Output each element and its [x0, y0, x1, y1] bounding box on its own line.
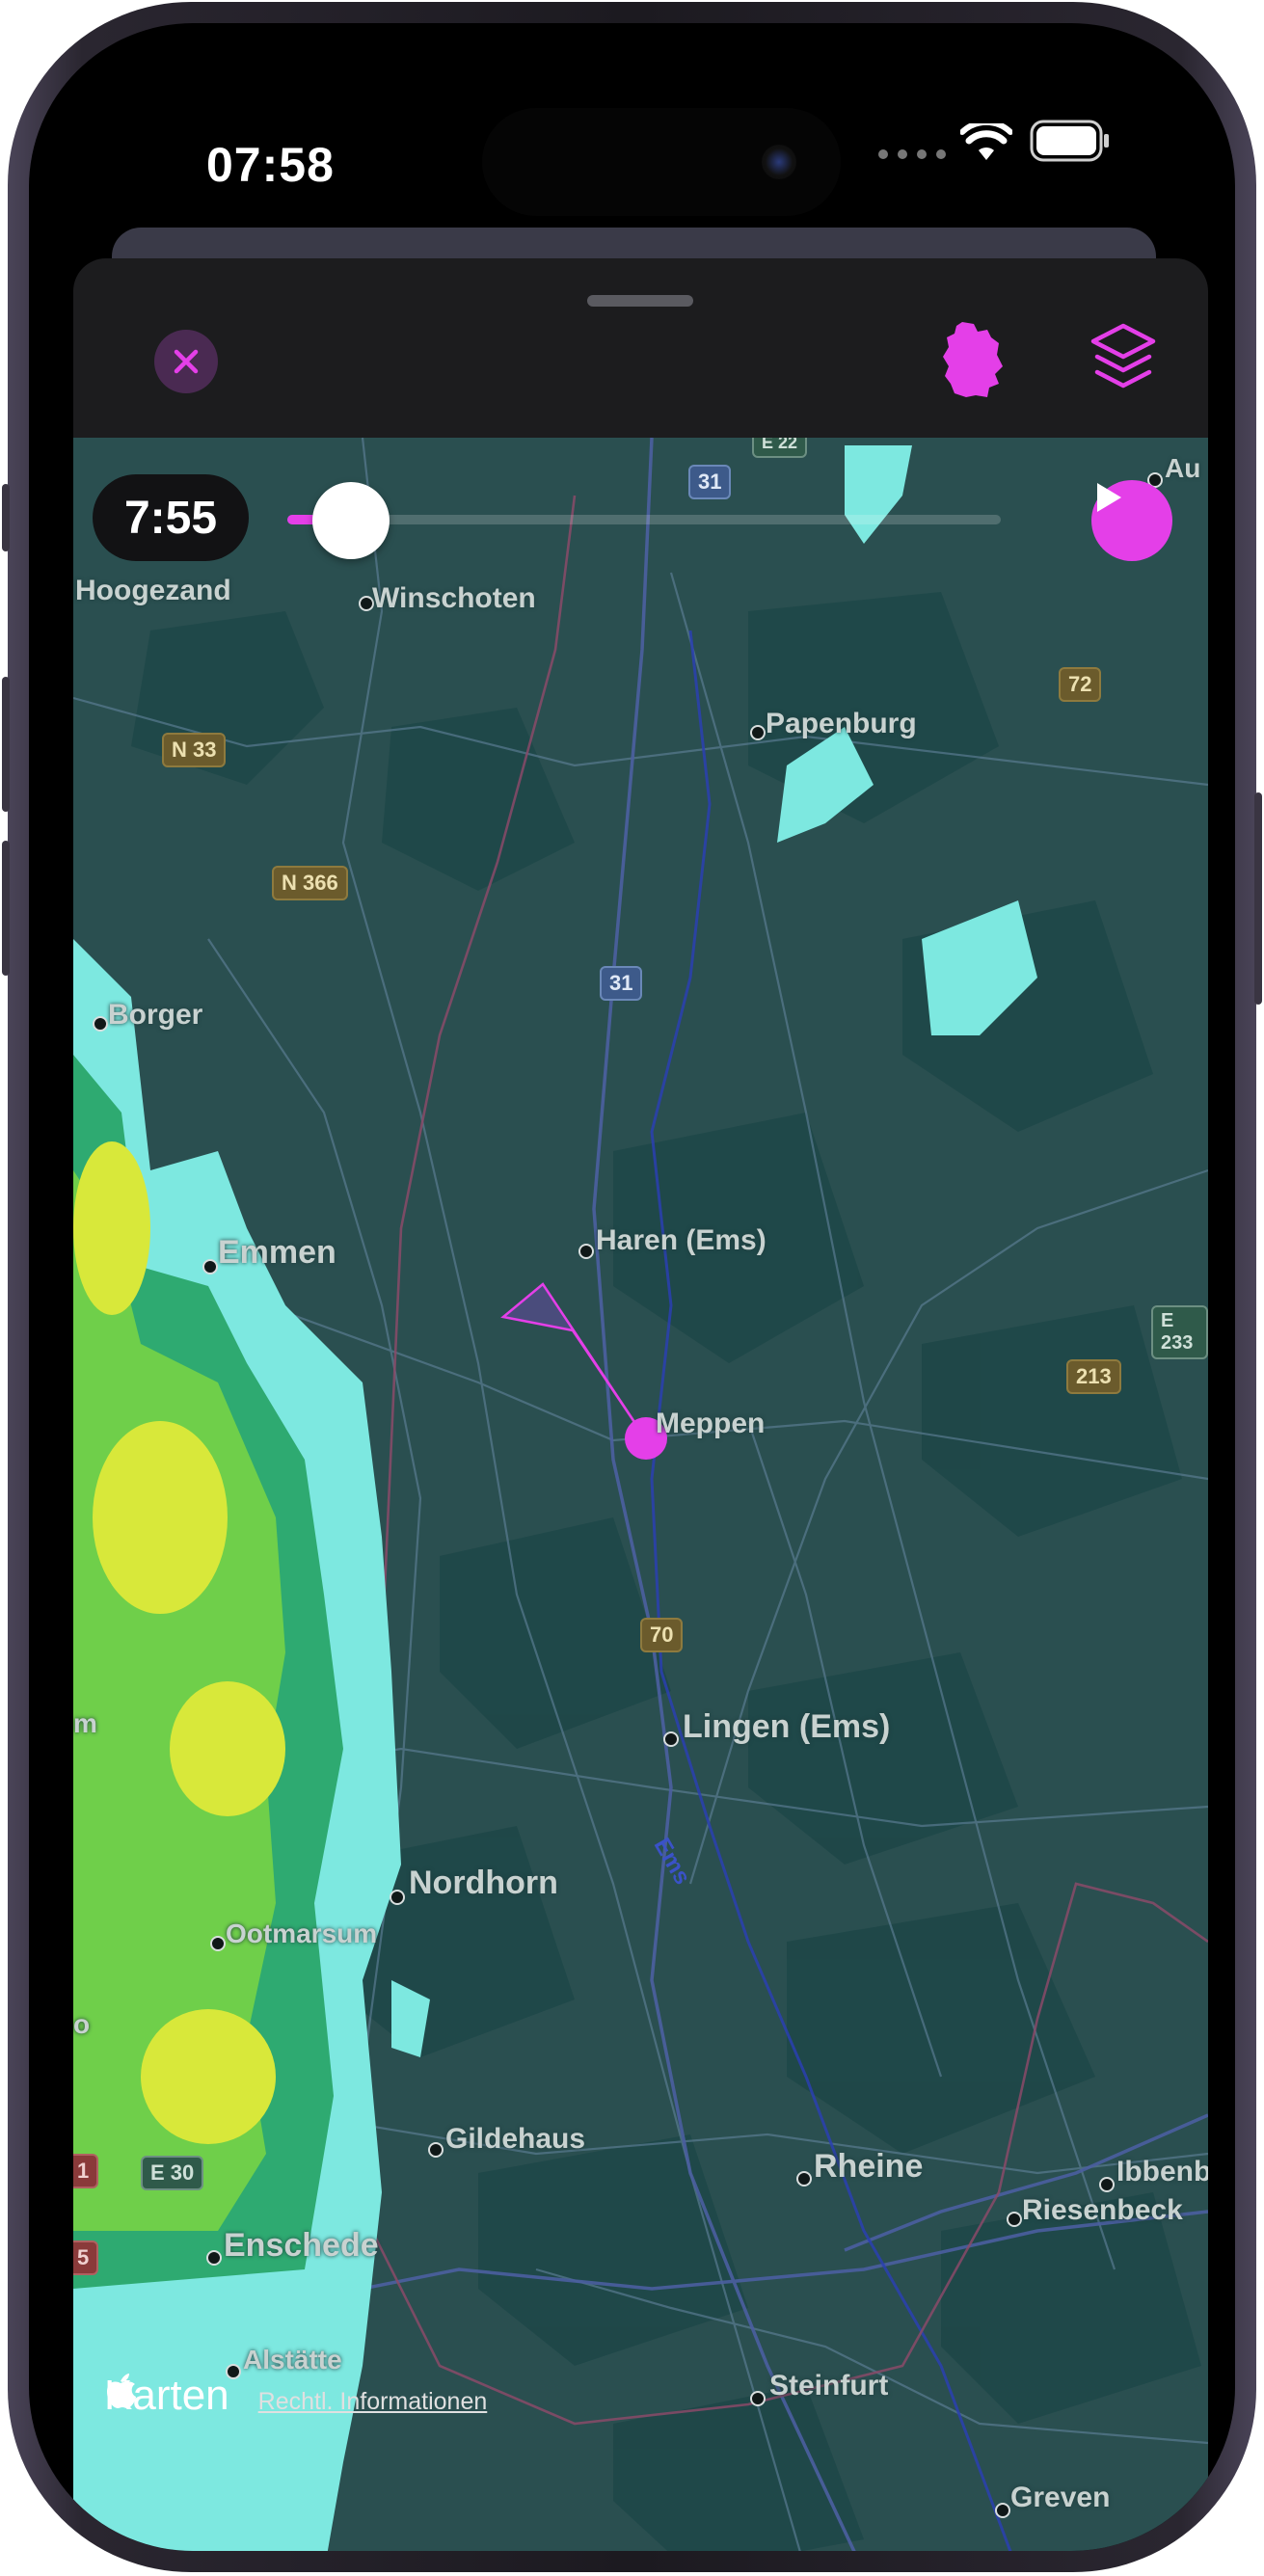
city-dot — [796, 2171, 812, 2187]
road-shield: 70 — [640, 1618, 684, 1652]
city-label: Hoogezand — [75, 575, 231, 606]
battery-icon — [1030, 120, 1109, 162]
road-shield: 31 — [688, 465, 732, 499]
city-label: Ibbenb — [1116, 2156, 1208, 2187]
city-dot — [428, 2142, 444, 2158]
road-shield: 1 — [73, 2154, 99, 2188]
city-dot — [210, 1936, 226, 1951]
power-button — [1254, 792, 1262, 1005]
time-slider-thumb[interactable] — [312, 482, 390, 559]
city-dot — [202, 1259, 218, 1275]
city-label: Au — [1165, 453, 1201, 483]
city-label: Haren (Ems) — [596, 1224, 766, 1256]
city-label: Emmen — [218, 1234, 336, 1271]
screen-bezel: 07:58 Hoogezand Winschoten Papenburg Bor… — [29, 23, 1235, 2551]
close-button[interactable] — [154, 330, 218, 393]
time-slider-track[interactable] — [287, 515, 1001, 524]
city-dot — [390, 1890, 405, 1905]
signal-dots-icon — [878, 149, 946, 159]
camera-icon — [762, 145, 796, 179]
city-label: Steinfurt — [769, 2370, 889, 2402]
city-dot — [663, 1731, 679, 1747]
play-button[interactable] — [1091, 480, 1172, 561]
city-label: Enschede — [224, 2227, 379, 2264]
road-shield: N 366 — [272, 866, 348, 900]
volume-down-button — [2, 841, 10, 976]
city-label: Lingen (Ems) — [683, 1708, 891, 1745]
road-shield: E 30 — [141, 2156, 204, 2190]
apple-logo-icon — [107, 2374, 136, 2408]
apple-maps-logo: Karten — [104, 2372, 229, 2420]
screen: 07:58 Hoogezand Winschoten Papenburg Bor… — [29, 23, 1235, 2551]
edge-label: m — [73, 1708, 97, 1738]
map-attribution: Karten Rechtl. Informationen — [104, 2372, 487, 2420]
city-label: Nordhorn — [409, 1865, 558, 1901]
city-label: Borger — [108, 999, 203, 1031]
germany-map-icon[interactable] — [941, 320, 1005, 399]
city-label: Gildehaus — [445, 2123, 586, 2155]
city-label: Riesenbeck — [1022, 2194, 1183, 2226]
status-time: 07:58 — [206, 138, 335, 192]
legal-link[interactable]: Rechtl. Informationen — [258, 2388, 488, 2416]
city-label: Meppen — [656, 1408, 766, 1439]
edge-label: o — [73, 2009, 91, 2039]
dynamic-island — [482, 108, 841, 216]
volume-up-button — [2, 677, 10, 812]
city-dot — [750, 2391, 766, 2406]
play-icon — [1097, 483, 1121, 512]
road-shield: E 22 — [752, 438, 808, 458]
city-dot — [750, 725, 766, 740]
radar-map[interactable]: Hoogezand Winschoten Papenburg Borger Em… — [73, 438, 1208, 2551]
road-shield: 72 — [1059, 667, 1102, 702]
sheet-grabber[interactable] — [587, 295, 693, 307]
road-shield: 31 — [600, 966, 643, 1001]
city-label: Winschoten — [372, 582, 536, 614]
city-dot — [206, 2250, 222, 2266]
city-dot — [995, 2503, 1010, 2518]
city-label: Papenburg — [766, 708, 917, 739]
city-label: Greven — [1010, 2482, 1111, 2513]
city-dot — [578, 1244, 594, 1259]
city-dot — [1099, 2177, 1115, 2192]
road-shield: 5 — [73, 2241, 99, 2275]
phone-frame: 07:58 Hoogezand Winschoten Papenburg Bor… — [2, 2, 1262, 2572]
close-icon — [174, 349, 199, 374]
city-dot — [1007, 2212, 1022, 2227]
road-shield: E 233 — [1151, 1305, 1208, 1359]
city-label: Rheine — [814, 2148, 924, 2185]
city-dot — [93, 1016, 108, 1032]
city-label: Ootmarsum — [226, 1919, 378, 1948]
layers-icon[interactable] — [1089, 322, 1157, 395]
action-button — [2, 484, 10, 551]
time-readout: 7:55 — [93, 474, 249, 561]
radar-sheet: Hoogezand Winschoten Papenburg Borger Em… — [73, 258, 1208, 2551]
road-shield: 213 — [1066, 1359, 1121, 1394]
road-shield: N 33 — [162, 733, 227, 767]
wifi-icon — [960, 123, 1012, 160]
